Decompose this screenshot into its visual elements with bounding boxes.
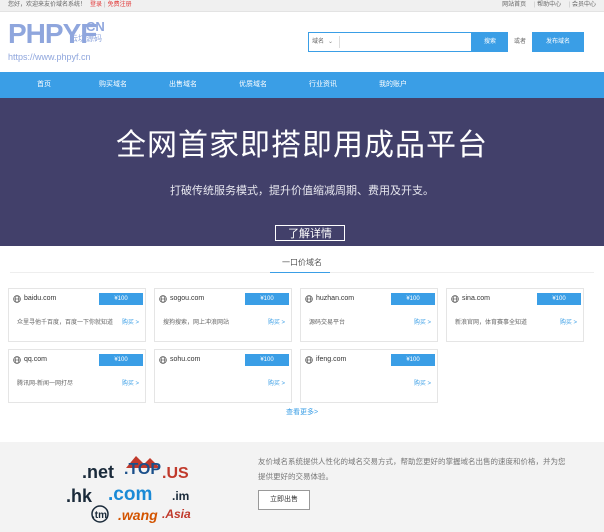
domain-price: ¥100 (245, 354, 289, 366)
top-bar: 您好，欢迎来友价域名系统！ 登录 | 免费注册 网站首页 | 帮助中心 | 会员中心 (0, 0, 604, 12)
globe-icon (13, 356, 21, 364)
nav-item-sell-domain[interactable]: 出售域名 (160, 72, 206, 98)
top-bar-links: 网站首页 | 帮助中心 | 会员中心 (502, 0, 596, 11)
buy-link[interactable]: 购买 > (560, 319, 577, 327)
domain-price: ¥100 (99, 354, 143, 366)
top-link-divider: | (568, 2, 571, 8)
tld-wang: .wang (118, 507, 158, 523)
buy-link[interactable]: 购买 > (122, 380, 139, 388)
domain-price: ¥100 (537, 293, 581, 305)
domain-price: ¥100 (391, 354, 435, 366)
promo-description: 友价域名系统提供人性化的域名交易方式，帮助您更好的掌握域名出售的速度和价格，并为… (258, 457, 566, 481)
search-divider (339, 36, 340, 48)
logo-url-text: https://www.phpyf.cn (8, 52, 91, 62)
domain-name[interactable]: sohu.com (170, 355, 200, 365)
search-input[interactable] (343, 34, 473, 52)
chevron-down-icon: ⌄ (328, 39, 334, 45)
domain-card[interactable]: baidu.com ¥100 众里寻他千百度，百度一下你就知道 购买 > (8, 288, 146, 342)
nav-item-premium-domain[interactable]: 优质域名 (230, 72, 276, 98)
main-nav: 首页 购买域名 出售域名 优质域名 行业资讯 我的账户 (0, 72, 604, 98)
help-center-link[interactable]: 帮助中心 (537, 2, 561, 8)
buy-link[interactable]: 购买 > (268, 319, 285, 327)
domain-description: 新浪官网，体育赛事全知道 (455, 320, 528, 326)
domain-card[interactable]: qq.com ¥100 腾讯网-新闻一网打尽 购买 > (8, 349, 146, 403)
domain-name[interactable]: baidu.com (24, 294, 56, 304)
domain-name[interactable]: sina.com (462, 294, 490, 304)
search-type-label: 域名 (312, 39, 325, 45)
domain-card[interactable]: sina.com ¥100 新浪官网，体育赛事全知道 购买 > (446, 288, 584, 342)
domain-name[interactable]: ifeng.com (316, 355, 346, 365)
logo-sub-text: 云坊源码 (70, 34, 102, 43)
fixed-price-section: 一口价域名 baidu.com ¥100 众里寻他千百度，百度一下你就知道 购买… (0, 246, 604, 442)
sell-promo-section: .net .TOP .US .hk .com .im .tm .wang .As… (0, 442, 604, 532)
domain-description: 腾讯网-新闻一网打尽 (17, 381, 73, 387)
learn-more-button[interactable]: 了解详情 (275, 225, 345, 241)
hero-banner: 全网首家即搭即用成品平台 打破传统服务模式，提升价值缩减周期、费用及开支。 了解… (0, 98, 604, 246)
banner-subtitle: 打破传统服务模式，提升价值缩减周期、费用及开支。 (170, 184, 434, 197)
publish-domain-button[interactable]: 发布域名 (532, 32, 584, 52)
domain-name[interactable]: huzhan.com (316, 294, 354, 304)
domain-card[interactable]: huzhan.com ¥100 源码交易平台 购买 > (300, 288, 438, 342)
buy-link[interactable]: 购买 > (414, 380, 431, 388)
globe-icon (159, 356, 167, 364)
tld-com: .com (108, 484, 152, 505)
search-button[interactable]: 搜索 (472, 32, 508, 52)
nav-item-industry-news[interactable]: 行业资讯 (300, 72, 346, 98)
tld-asia: .Asia (162, 507, 191, 521)
globe-icon (13, 295, 21, 303)
search-type-select[interactable]: 域名 ⌄ (312, 33, 333, 51)
domain-price: ¥100 (99, 293, 143, 305)
logo-cn-text: CN (86, 19, 105, 34)
register-link[interactable]: 免费注册 (108, 2, 132, 8)
domain-name[interactable]: qq.com (24, 355, 47, 365)
login-link[interactable]: 登录 (90, 2, 102, 8)
domain-price: ¥100 (391, 293, 435, 305)
banner-title: 全网首家即搭即用成品平台 (116, 128, 488, 163)
tld-us: .US (162, 465, 189, 482)
header: PHPYF CN 云坊源码 https://www.phpyf.cn 域名 ⌄ 搜… (0, 12, 604, 72)
tld-top: .TOP (124, 461, 161, 478)
sell-now-button[interactable]: 立即出售 (258, 490, 310, 510)
tld-net: .net (82, 462, 114, 482)
section-title-underline (270, 272, 330, 273)
top-bar-greeting-area: 您好，欢迎来友价域名系统！ 登录 | 免费注册 (8, 0, 132, 11)
tld-hk: .hk (66, 486, 93, 506)
domain-price: ¥100 (245, 293, 289, 305)
tld-collage-image: .net .TOP .US .hk .com .im .tm .wang .As… (66, 456, 191, 523)
section-title: 一口价域名 (282, 258, 322, 267)
domain-name[interactable]: sogou.com (170, 294, 204, 304)
nav-item-my-account[interactable]: 我的账户 (370, 72, 416, 98)
globe-icon (305, 295, 313, 303)
domain-description: 源码交易平台 (309, 320, 346, 326)
tld-tm: .tm (92, 510, 107, 521)
domain-description: 搜狗搜索，网上冲浪网站 (163, 320, 230, 326)
view-more-link[interactable]: 查看更多> (0, 408, 604, 418)
globe-icon (305, 356, 313, 364)
home-link[interactable]: 网站首页 (502, 2, 526, 8)
search-box: 域名 ⌄ (308, 32, 473, 52)
or-text: 或者 (514, 39, 527, 45)
buy-link[interactable]: 购买 > (268, 380, 285, 388)
site-logo[interactable]: PHPYF CN 云坊源码 https://www.phpyf.cn (8, 18, 118, 63)
nav-item-home[interactable]: 首页 (22, 72, 66, 98)
top-link-divider: | (533, 2, 536, 8)
globe-icon (451, 295, 459, 303)
nav-item-buy-domain[interactable]: 购买域名 (90, 72, 136, 98)
domain-card[interactable]: ifeng.com ¥100 购买 > (300, 349, 438, 403)
login-separator: | (104, 2, 106, 8)
greeting-text: 您好，欢迎来友价域名系统！ (8, 2, 87, 8)
domain-card[interactable]: sogou.com ¥100 搜狗搜索，网上冲浪网站 购买 > (154, 288, 292, 342)
tld-im: .im (172, 489, 189, 503)
member-center-link[interactable]: 会员中心 (572, 2, 596, 8)
globe-icon (159, 295, 167, 303)
domain-card[interactable]: sohu.com ¥100 购买 > (154, 349, 292, 403)
domain-description: 众里寻他千百度，百度一下你就知道 (17, 320, 114, 326)
buy-link[interactable]: 购买 > (122, 319, 139, 327)
buy-link[interactable]: 购买 > (414, 319, 431, 327)
